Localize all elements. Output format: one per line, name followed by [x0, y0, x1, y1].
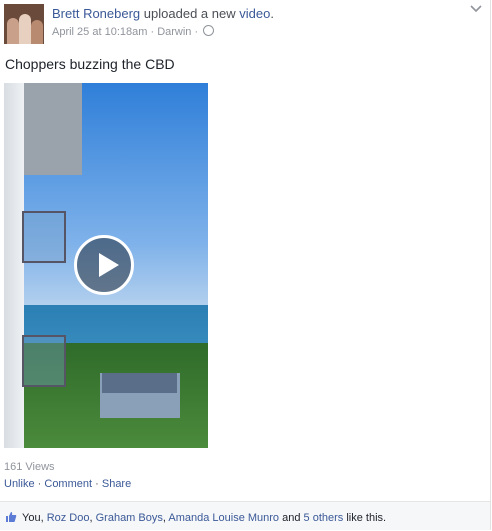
- video-link[interactable]: video: [239, 6, 270, 21]
- share-link[interactable]: Share: [102, 478, 131, 490]
- likes-and: and: [282, 512, 301, 524]
- likes-bar: You, Roz Doo, Graham Boys, Amanda Louise…: [0, 501, 490, 530]
- action-separator: ·: [95, 478, 99, 490]
- liker-link[interactable]: Roz Doo: [47, 512, 90, 524]
- avatar-figure: [31, 20, 43, 44]
- chevron-down-icon[interactable]: [470, 4, 482, 16]
- post-location[interactable]: Darwin: [157, 26, 191, 38]
- avatar-figure: [7, 18, 19, 44]
- liker-link[interactable]: Graham Boys: [96, 512, 163, 524]
- author-avatar[interactable]: [4, 4, 44, 44]
- post-message: Choppers buzzing the CBD: [5, 56, 175, 72]
- action-separator: ·: [37, 478, 42, 490]
- liker-link[interactable]: Amanda Louise Munro: [168, 512, 279, 524]
- post-timestamp[interactable]: April 25 at 10:18am: [52, 26, 147, 38]
- meta-separator: ·: [150, 26, 155, 38]
- post-header: Brett Roneberg uploaded a new video.: [52, 6, 274, 21]
- avatar-figure: [19, 14, 31, 44]
- globe-icon[interactable]: [203, 25, 215, 36]
- header-period: .: [270, 6, 274, 21]
- likes-others-link[interactable]: 5 others: [304, 512, 344, 524]
- author-name-link[interactable]: Brett Roneberg: [52, 6, 140, 21]
- meta-separator: ·: [194, 26, 199, 38]
- video-frame-balcony: [22, 211, 66, 263]
- likes-text: You, Roz Doo, Graham Boys, Amanda Louise…: [22, 512, 387, 524]
- comment-link[interactable]: Comment: [44, 478, 92, 490]
- post-card: Brett Roneberg uploaded a new video. Apr…: [0, 0, 491, 530]
- video-frame-building: [4, 83, 24, 448]
- likes-suffix: like this.: [346, 512, 387, 524]
- video-frame-balcony: [22, 335, 66, 387]
- video-frame-eave: [22, 83, 82, 175]
- thumbs-up-icon[interactable]: [5, 510, 17, 522]
- video-frame-roof: [102, 373, 177, 393]
- view-count: 161 Views: [4, 461, 55, 473]
- post-actions: Unlike · Comment · Share: [4, 478, 131, 490]
- post-action-text: uploaded a new: [143, 6, 236, 21]
- post-meta: April 25 at 10:18am · Darwin ·: [52, 25, 215, 38]
- play-icon[interactable]: [74, 235, 134, 295]
- unlike-link[interactable]: Unlike: [4, 478, 35, 490]
- video-player[interactable]: [4, 83, 208, 448]
- likes-you: You,: [22, 512, 44, 524]
